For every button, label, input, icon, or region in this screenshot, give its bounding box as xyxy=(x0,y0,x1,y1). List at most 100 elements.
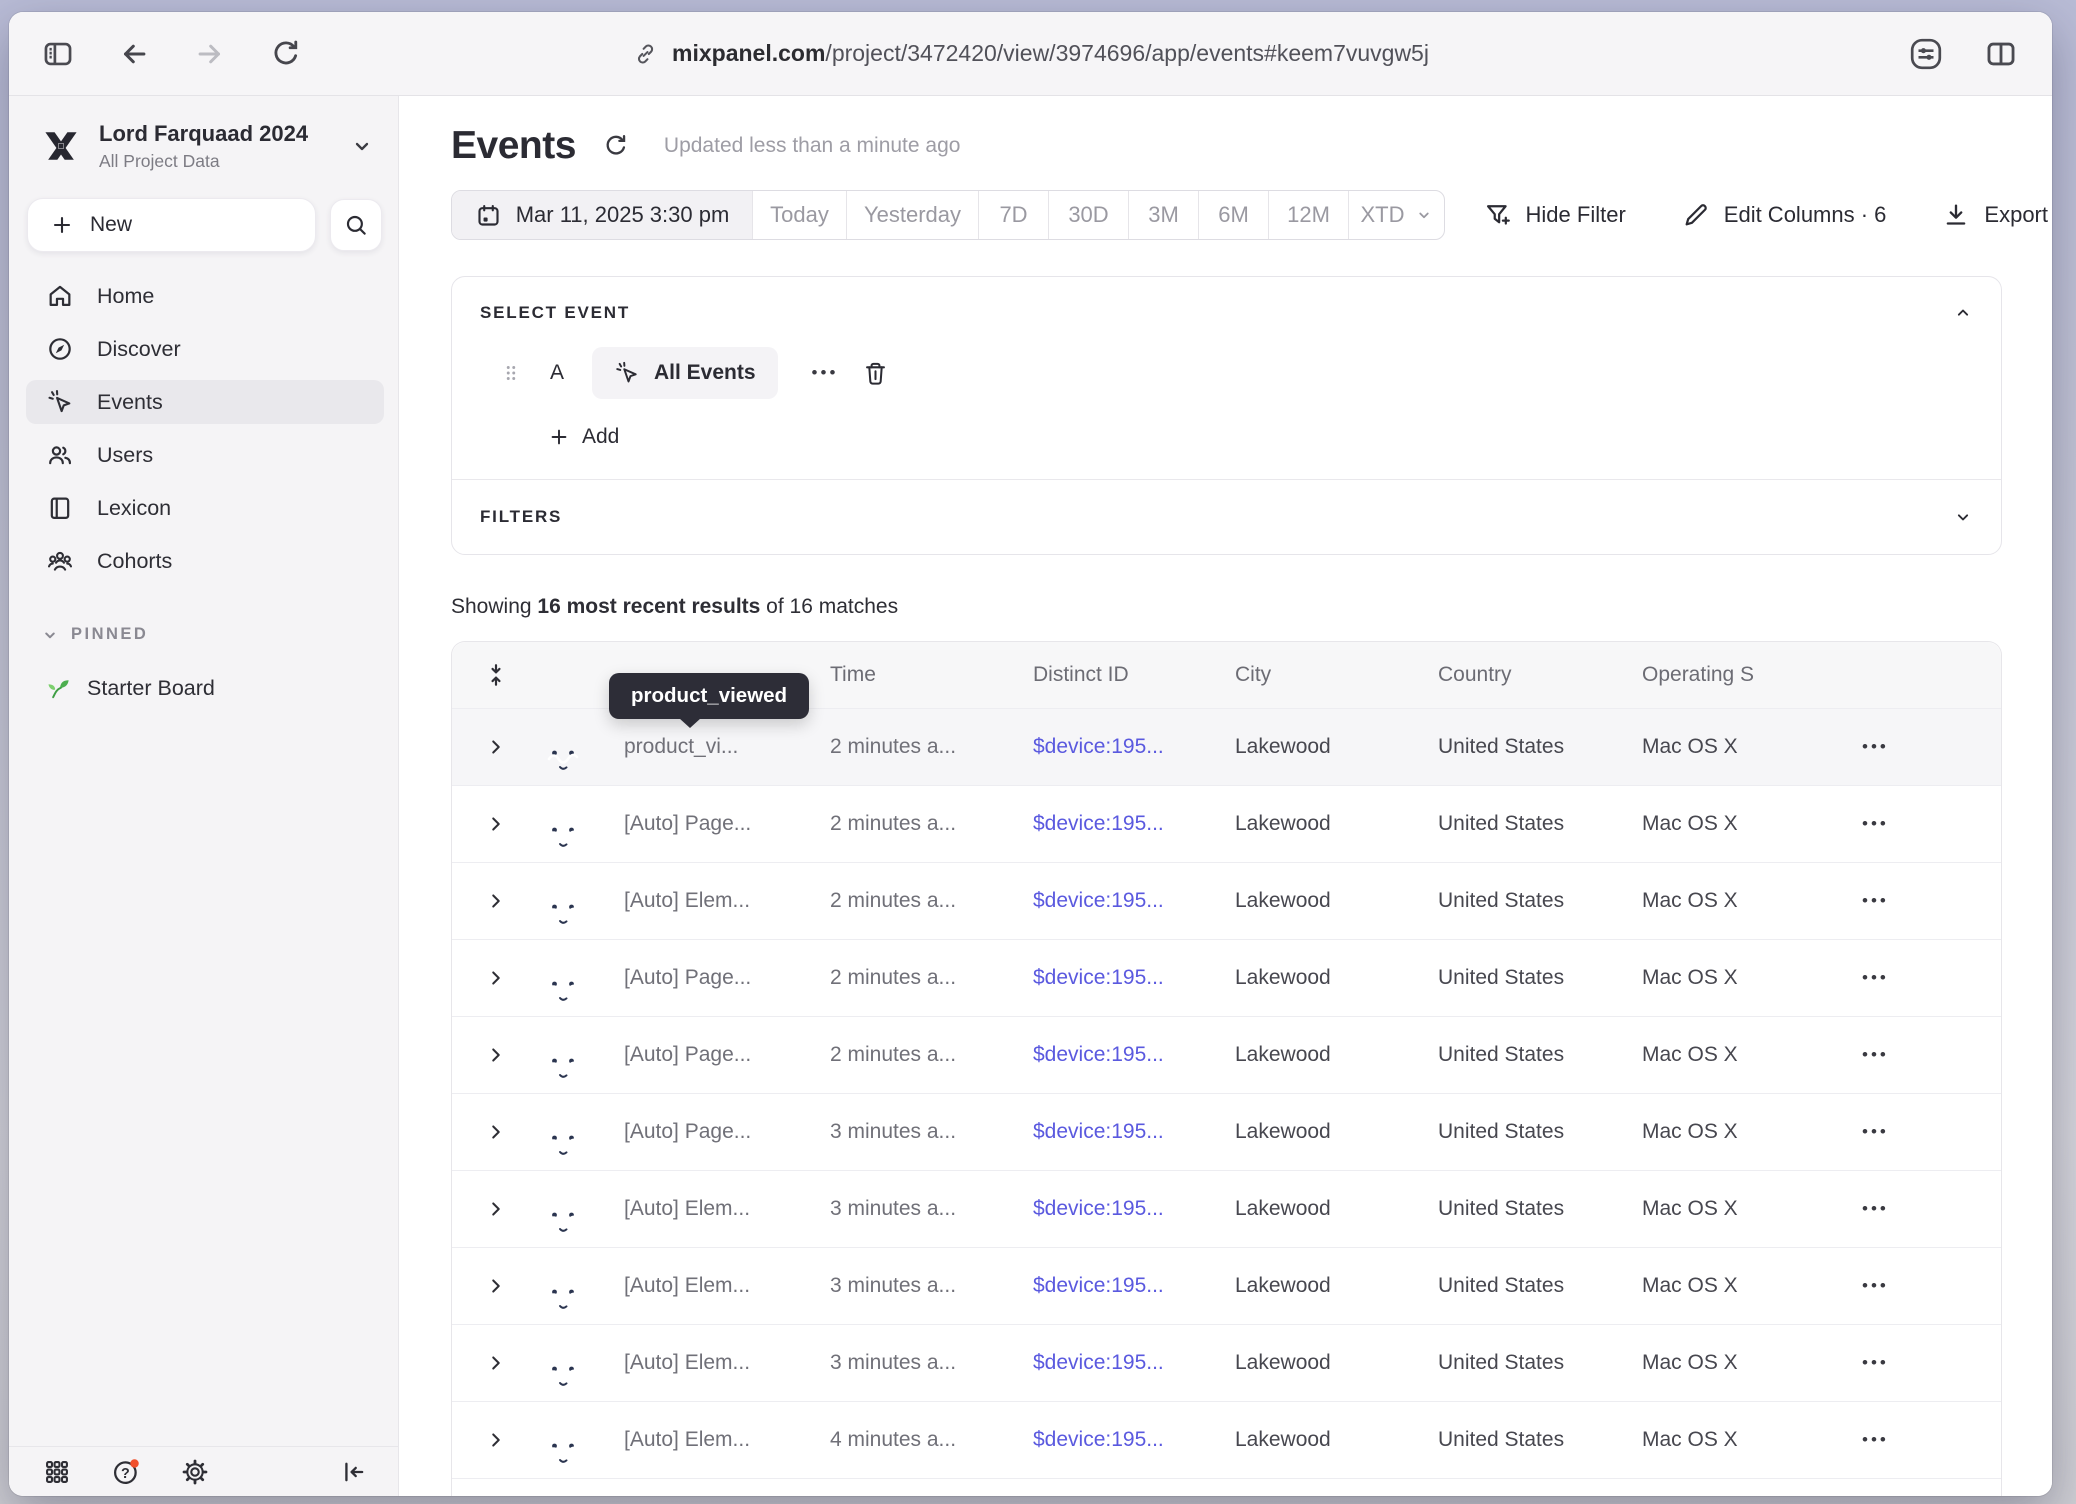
project-switcher[interactable]: Lord Farquaad 2024 All Project Data xyxy=(39,116,374,176)
table-row[interactable]: [Auto] Page... 3 minutes a... $device:19… xyxy=(452,1093,2001,1170)
row-more-options-icon[interactable]: ••• xyxy=(1862,1199,2001,1219)
row-more-options-icon[interactable]: ••• xyxy=(1862,968,2001,988)
expand-row-icon[interactable] xyxy=(452,736,540,758)
event-time: 2 minutes a... xyxy=(830,889,1033,913)
collapse-sidebar-icon[interactable] xyxy=(340,1458,368,1486)
distinct-id-link[interactable]: $device:195... xyxy=(1033,1120,1235,1144)
preset-7d[interactable]: 7D xyxy=(978,191,1048,239)
column-header-time[interactable]: Time xyxy=(830,663,1033,687)
reload-button[interactable] xyxy=(269,37,303,71)
table-row[interactable]: [Auto] Elem... 3 minutes a... $device:19… xyxy=(452,1247,2001,1324)
table-row[interactable]: [Auto] Elem... 2 minutes a... $device:19… xyxy=(452,862,2001,939)
event-more-options-icon[interactable]: ••• xyxy=(812,363,839,383)
os-value: Mac OS X xyxy=(1642,1197,1852,1221)
seedling-icon xyxy=(45,675,71,701)
event-time: 3 minutes a... xyxy=(830,1274,1033,1298)
row-more-options-icon[interactable]: ••• xyxy=(1862,814,2001,834)
expand-row-icon[interactable] xyxy=(452,1352,540,1374)
city-value: Lakewood xyxy=(1235,1428,1438,1452)
preset-yesterday[interactable]: Yesterday xyxy=(846,191,978,239)
table-row[interactable]: [Auto] Elem... 3 minutes a... $device:19… xyxy=(452,1170,2001,1247)
distinct-id-link[interactable]: $device:195... xyxy=(1033,1043,1235,1067)
filters-section: FILTERS xyxy=(452,480,2001,554)
expand-section-icon[interactable] xyxy=(1953,507,1973,527)
table-row[interactable]: [Auto] Page... 2 minutes a... $device:19… xyxy=(452,785,2001,862)
apps-grid-icon[interactable] xyxy=(43,1458,71,1486)
preset-today[interactable]: Today xyxy=(752,191,846,239)
preset-3m[interactable]: 3M xyxy=(1128,191,1198,239)
expand-row-icon[interactable] xyxy=(452,967,540,989)
collapse-section-icon[interactable] xyxy=(1953,303,1973,323)
forward-button[interactable] xyxy=(193,37,227,71)
event-chip-label: All Events xyxy=(654,361,756,385)
edit-columns-button[interactable]: Edit Columns · 6 xyxy=(1682,201,1887,229)
column-header-country[interactable]: Country xyxy=(1438,663,1642,687)
sidebar-item-events[interactable]: Events xyxy=(26,380,384,424)
row-more-options-icon[interactable]: ••• xyxy=(1862,1430,2001,1450)
column-header-distinct-id[interactable]: Distinct ID xyxy=(1033,663,1235,687)
row-more-options-icon[interactable]: ••• xyxy=(1862,1122,2001,1142)
refresh-icon[interactable] xyxy=(602,132,630,160)
table-row[interactable]: [Auto] Elem... 3 minutes a... $device:19… xyxy=(452,1324,2001,1401)
distinct-id-link[interactable]: $device:195... xyxy=(1033,1428,1235,1452)
project-name: Lord Farquaad 2024 xyxy=(99,121,350,147)
event-avatar xyxy=(540,890,624,936)
browser-settings-icon[interactable] xyxy=(1908,36,1944,72)
sidebar-item-starter-board[interactable]: Starter Board xyxy=(26,666,384,710)
sidebar-item-users[interactable]: Users xyxy=(26,433,384,477)
sidebar-item-home[interactable]: Home xyxy=(26,274,384,318)
distinct-id-link[interactable]: $device:195... xyxy=(1033,812,1235,836)
hide-filter-button[interactable]: Hide Filter xyxy=(1484,201,1626,229)
distinct-id-link[interactable]: $device:195... xyxy=(1033,889,1235,913)
date-range-current[interactable]: Mar 11, 2025 3:30 pm xyxy=(452,191,752,239)
distinct-id-link[interactable]: $device:195... xyxy=(1033,1274,1235,1298)
event-selector-chip[interactable]: All Events xyxy=(592,347,778,399)
expand-row-icon[interactable] xyxy=(452,813,540,835)
help-icon[interactable]: ? xyxy=(111,1457,141,1487)
chevron-down-icon[interactable] xyxy=(350,134,374,158)
split-view-icon[interactable] xyxy=(1984,37,2018,71)
distinct-id-link[interactable]: $device:195... xyxy=(1033,1197,1235,1221)
gear-icon[interactable] xyxy=(181,1458,209,1486)
row-more-options-icon[interactable]: ••• xyxy=(1862,891,2001,911)
back-button[interactable] xyxy=(117,37,151,71)
table-row[interactable]: [Auto] Page... 2 minutes a... $device:19… xyxy=(452,939,2001,1016)
collapse-all-icon[interactable] xyxy=(452,662,540,688)
sidebar-item-cohorts[interactable]: Cohorts xyxy=(26,539,384,583)
preset-xtd[interactable]: XTD xyxy=(1348,191,1444,239)
add-event-button[interactable]: Add xyxy=(548,425,2001,449)
table-row[interactable]: [Auto] Page... 2 minutes a... $device:19… xyxy=(452,1016,2001,1093)
sidebar-toggle-icon[interactable] xyxy=(41,37,75,71)
row-more-options-icon[interactable]: ••• xyxy=(1862,1353,2001,1373)
preset-6m[interactable]: 6M xyxy=(1198,191,1268,239)
edit-columns-label: Edit Columns · 6 xyxy=(1724,202,1887,228)
row-more-options-icon[interactable]: ••• xyxy=(1862,737,2001,757)
city-value: Lakewood xyxy=(1235,1274,1438,1298)
export-button[interactable]: Export xyxy=(1942,201,2048,229)
table-row[interactable]: [Auto] Elem... 4 minutes a... $device:19… xyxy=(452,1401,2001,1478)
pinned-section-header[interactable]: PINNED xyxy=(41,625,398,644)
trash-icon[interactable] xyxy=(862,360,889,387)
column-header-city[interactable]: City xyxy=(1235,663,1438,687)
sidebar-item-lexicon[interactable]: Lexicon xyxy=(26,486,384,530)
distinct-id-link[interactable]: $device:195... xyxy=(1033,1351,1235,1375)
expand-row-icon[interactable] xyxy=(452,1275,540,1297)
distinct-id-link[interactable]: $device:195... xyxy=(1033,966,1235,990)
row-more-options-icon[interactable]: ••• xyxy=(1862,1276,2001,1296)
preset-30d[interactable]: 30D xyxy=(1048,191,1128,239)
expand-row-icon[interactable] xyxy=(452,1121,540,1143)
expand-row-icon[interactable] xyxy=(452,890,540,912)
expand-row-icon[interactable] xyxy=(452,1429,540,1451)
table-row[interactable] xyxy=(452,1478,2001,1496)
search-button[interactable] xyxy=(330,199,382,251)
sidebar-item-discover[interactable]: Discover xyxy=(26,327,384,371)
drag-handle-icon[interactable] xyxy=(500,360,522,386)
column-header-os[interactable]: Operating S xyxy=(1642,663,1852,687)
preset-12m[interactable]: 12M xyxy=(1268,191,1348,239)
expand-row-icon[interactable] xyxy=(452,1198,540,1220)
row-more-options-icon[interactable]: ••• xyxy=(1862,1045,2001,1065)
address-bar[interactable]: mixpanel.com/project/3472420/view/397469… xyxy=(632,40,1429,67)
expand-row-icon[interactable] xyxy=(452,1044,540,1066)
distinct-id-link[interactable]: $device:195... xyxy=(1033,735,1235,759)
new-button[interactable]: New xyxy=(27,198,316,252)
